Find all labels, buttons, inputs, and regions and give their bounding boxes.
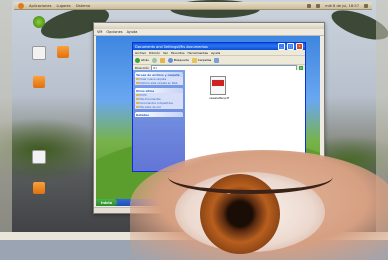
ubuntu-logo-icon[interactable] <box>18 2 24 9</box>
explorer-titlebar[interactable]: Documents and Settings\Mis documentos _ … <box>133 43 305 50</box>
menu-herramientas[interactable]: Herramientas <box>188 51 208 55</box>
publish-web-icon <box>136 81 139 85</box>
vm-menu-vm[interactable]: VM <box>97 30 102 34</box>
shared-documents-icon <box>136 101 139 105</box>
back-arrow-icon <box>135 57 140 63</box>
file-item[interactable]: newsletter.pdf <box>209 76 229 100</box>
folder-up-icon <box>159 57 165 63</box>
file-name: newsletter.pdf <box>209 96 229 100</box>
search-icon <box>167 57 173 63</box>
power-icon[interactable] <box>364 3 368 8</box>
computer-icon <box>33 16 45 28</box>
folder-icon <box>57 46 69 58</box>
folders-button[interactable]: Carpetas <box>191 57 211 63</box>
menu-ayuda[interactable]: Ayuda <box>211 51 220 55</box>
network-places-icon <box>136 105 139 109</box>
task-section-title[interactable]: Detalles <box>135 112 183 117</box>
views-icon <box>214 57 220 63</box>
volume-icon[interactable] <box>316 3 321 8</box>
vm-menu-ayuda[interactable]: Ayuda <box>127 30 138 34</box>
document-icon <box>32 150 46 164</box>
menu-edicion[interactable]: Edición <box>149 51 160 55</box>
menu-lugares[interactable]: Lugares <box>56 4 70 8</box>
vm-menu-opciones[interactable]: Opciones <box>106 30 122 34</box>
desktop-icon[interactable] <box>26 182 52 195</box>
minimize-button[interactable]: _ <box>278 43 285 50</box>
desktop-icon[interactable] <box>26 16 52 29</box>
task-section-file: Tareas de archivo y carpeta Crear nueva … <box>135 72 183 85</box>
desktop-icon[interactable] <box>26 150 52 165</box>
task-section-places: Otros sitios Mi PC Mis documentos Docume… <box>135 88 183 109</box>
new-folder-icon <box>136 77 139 81</box>
menu-ver[interactable]: Ver <box>163 51 168 55</box>
search-button[interactable]: Búsqueda <box>167 57 189 63</box>
network-icon[interactable] <box>307 3 312 8</box>
maximize-button[interactable]: □ <box>287 43 294 50</box>
task-pane: Tareas de archivo y carpeta Crear nueva … <box>133 70 185 171</box>
task-section-title[interactable]: Tareas de archivo y carpeta <box>135 72 183 77</box>
my-computer-icon <box>136 93 139 97</box>
panel-clock[interactable]: mié 8 de jul, 18:57 <box>325 4 359 8</box>
desktop-icon[interactable] <box>26 76 52 89</box>
start-button[interactable]: Inicio <box>96 199 117 206</box>
explorer-toolbar: Atrás Búsqueda Carpetas <box>133 56 305 65</box>
folders-icon <box>191 57 197 63</box>
folder-icon <box>33 76 45 88</box>
back-button[interactable]: Atrás <box>135 57 149 63</box>
views-button[interactable] <box>214 57 220 63</box>
task-item[interactable]: Publicar esta carpeta en Web <box>135 81 183 85</box>
top-panel: Aplicaciones Lugares Sistema mié 8 de ju… <box>14 2 372 10</box>
frame-edge-left <box>0 0 12 240</box>
menu-favoritos[interactable]: Favoritos <box>171 51 185 55</box>
desktop-icon[interactable] <box>50 46 76 59</box>
eyelid <box>168 160 333 194</box>
explorer-title: Documents and Settings\Mis documentos <box>135 44 208 49</box>
folder-icon <box>33 182 45 194</box>
forward-button[interactable] <box>151 57 157 63</box>
menu-aplicaciones[interactable]: Aplicaciones <box>29 4 51 8</box>
vm-menubar: VM Opciones Ayuda <box>94 29 324 36</box>
pdf-file-icon <box>210 76 226 95</box>
my-documents-icon <box>136 97 139 101</box>
up-button[interactable] <box>159 57 165 63</box>
menu-archivo[interactable]: Archivo <box>135 51 146 55</box>
task-section-details: Detalles <box>135 112 183 117</box>
document-icon <box>32 46 46 60</box>
desktop-icon[interactable] <box>26 46 52 61</box>
close-button[interactable]: × <box>296 43 303 50</box>
forward-arrow-icon <box>151 57 157 63</box>
menu-sistema[interactable]: Sistema <box>76 4 90 8</box>
task-item[interactable]: Mis sitios de red <box>135 105 183 109</box>
